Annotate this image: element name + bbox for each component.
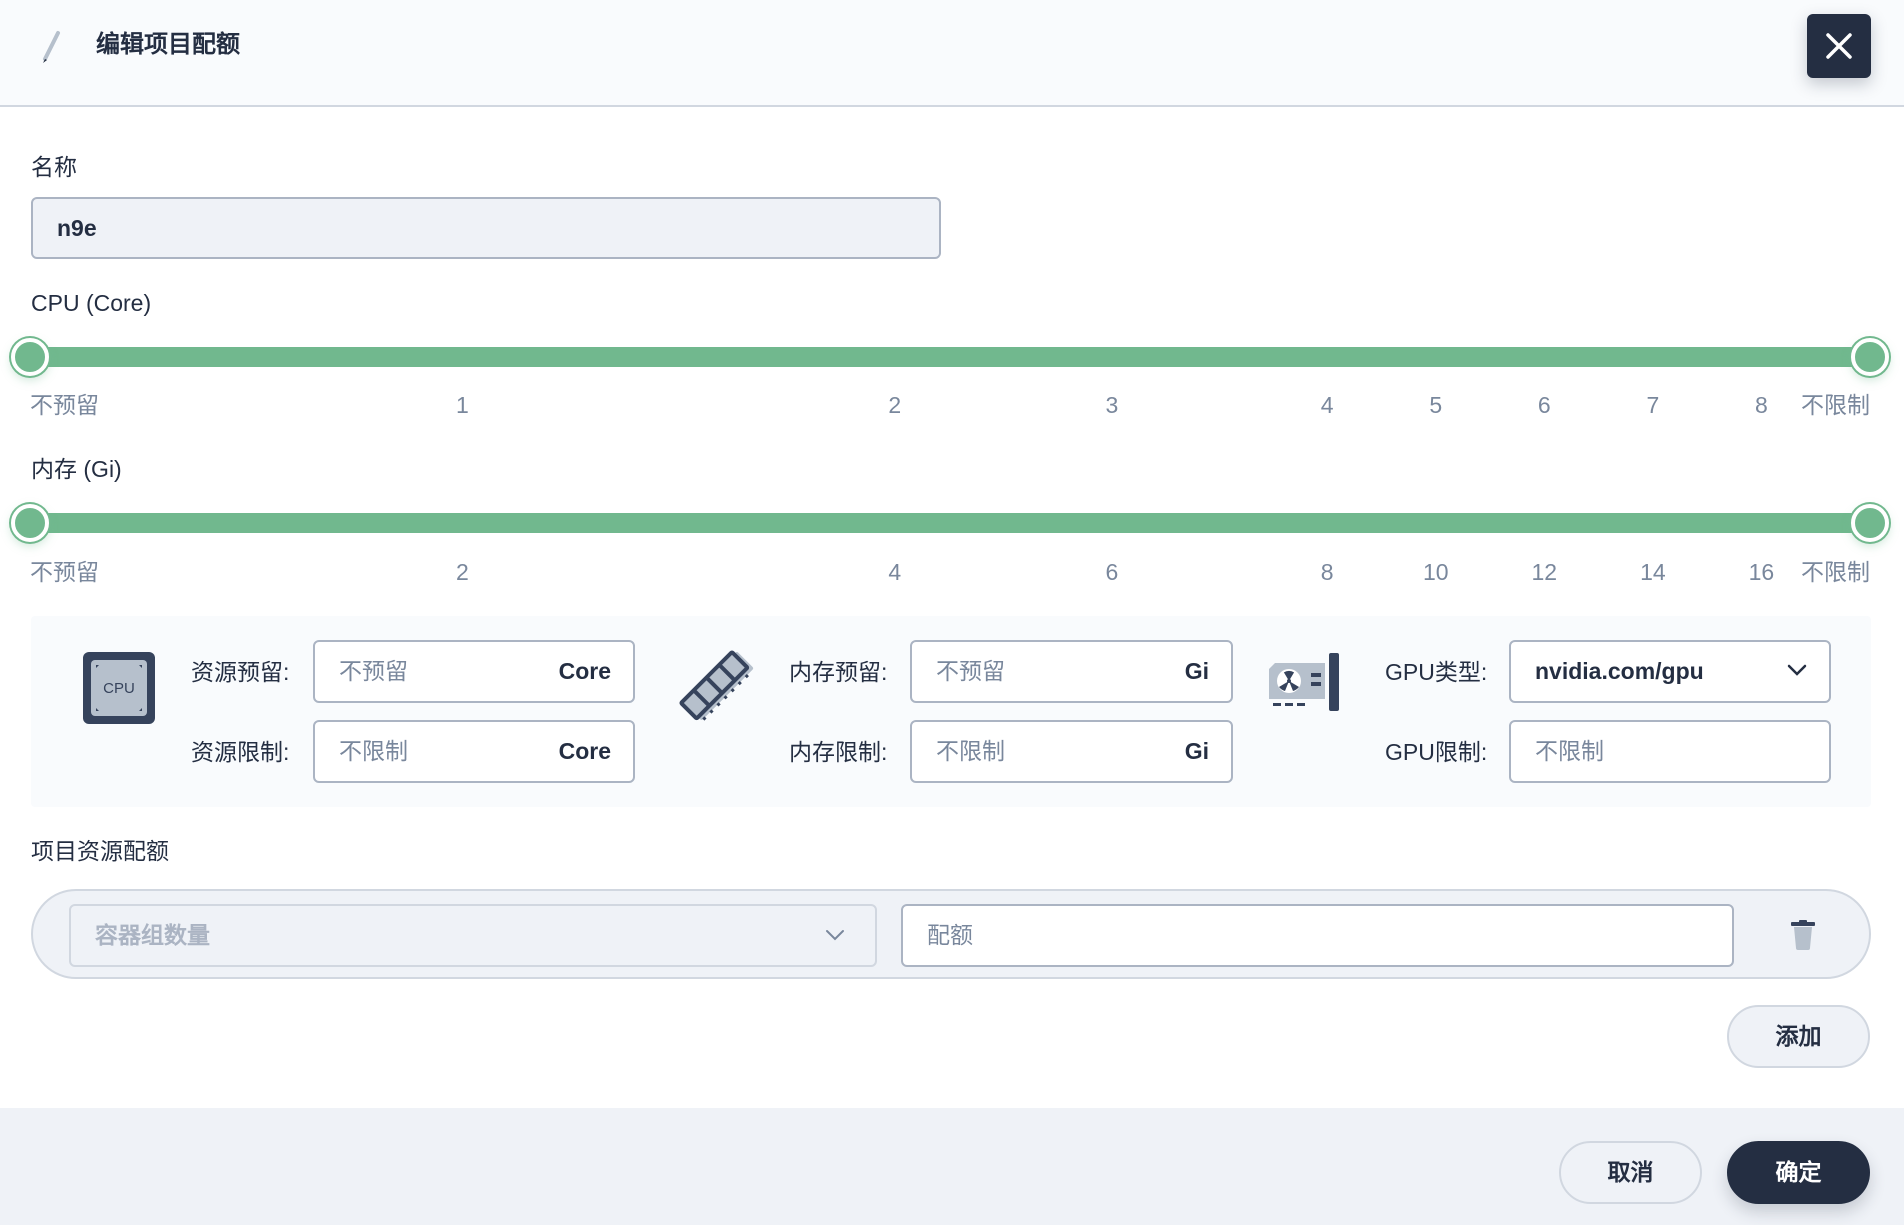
cpu-slider-mark[interactable]: 1 xyxy=(456,390,469,420)
memory-request-label: 内存预留: xyxy=(789,659,888,685)
cpu-request-label: 资源预留: xyxy=(191,659,290,685)
chevron-down-icon xyxy=(826,930,844,941)
close-icon xyxy=(1826,33,1852,59)
cpu-slider-mark[interactable]: 7 xyxy=(1646,390,1659,420)
gpu-type-value: nvidia.com/gpu xyxy=(1535,658,1704,684)
gpu-type-label: GPU类型: xyxy=(1385,659,1488,685)
gpu-limit-input[interactable]: 不限制 xyxy=(1509,720,1831,783)
chevron-down-icon xyxy=(1787,664,1807,676)
memory-slider-mark[interactable]: 2 xyxy=(456,557,469,587)
cancel-button[interactable]: 取消 xyxy=(1559,1141,1702,1204)
add-quota-button[interactable]: 添加 xyxy=(1727,1005,1870,1068)
memory-request-input[interactable]: 不预留 Gi xyxy=(910,640,1233,703)
memory-limit-input[interactable]: 不限制 Gi xyxy=(910,720,1233,783)
memory-slider-low-handle[interactable] xyxy=(11,504,49,542)
gpu-limit-placeholder: 不限制 xyxy=(1535,738,1604,764)
quota-resource-placeholder: 容器组数量 xyxy=(95,922,210,948)
gpu-icon xyxy=(1269,653,1339,711)
quota-section-label: 项目资源配额 xyxy=(31,838,169,864)
cpu-slider-mark[interactable]: 8 xyxy=(1755,390,1768,420)
memory-request-unit: Gi xyxy=(1184,658,1209,684)
cpu-limit-label: 资源限制: xyxy=(191,739,290,765)
cpu-slider-mark[interactable]: 不限制 xyxy=(1801,390,1870,420)
cpu-limit-input[interactable]: 不限制 Core xyxy=(313,720,635,783)
memory-slider-mark[interactable]: 12 xyxy=(1532,557,1558,587)
quota-row: 容器组数量 配额 xyxy=(31,889,1871,979)
memory-limit-label: 内存限制: xyxy=(789,739,888,765)
quota-value-placeholder: 配额 xyxy=(927,922,973,948)
memory-slider-high-handle[interactable] xyxy=(1851,504,1889,542)
cpu-request-input[interactable]: 不预留 Core xyxy=(313,640,635,703)
resource-limits-panel: CPU 资源预留: 不预留 Core 资源限制: 不限制 Core 内存预留: … xyxy=(31,616,1871,807)
memory-icon xyxy=(679,650,754,721)
cpu-slider-low-handle[interactable] xyxy=(11,338,49,376)
quota-resource-select[interactable]: 容器组数量 xyxy=(69,904,877,967)
cpu-slider-mark[interactable]: 不预留 xyxy=(30,390,99,420)
cpu-request-placeholder: 不预留 xyxy=(339,658,408,684)
quota-value-input[interactable]: 配额 xyxy=(901,904,1734,967)
modal-header: 编辑项目配额 xyxy=(0,0,1904,107)
memory-slider-mark[interactable]: 8 xyxy=(1321,557,1334,587)
modal-title: 编辑项目配额 xyxy=(96,31,240,58)
cpu-slider-marks: 不预留 1 2 3 4 5 6 7 8 不限制 xyxy=(30,390,1870,420)
memory-slider-mark[interactable]: 16 xyxy=(1749,557,1775,587)
memory-slider-mark[interactable]: 10 xyxy=(1423,557,1449,587)
memory-limit-placeholder: 不限制 xyxy=(936,738,1005,764)
memory-slider-marks: 不预留 2 4 6 8 10 12 14 16 不限制 xyxy=(30,557,1870,587)
cpu-slider-high-handle[interactable] xyxy=(1851,338,1889,376)
cpu-slider-mark[interactable]: 4 xyxy=(1321,390,1334,420)
memory-limit-unit: Gi xyxy=(1184,738,1209,764)
cpu-slider-track[interactable] xyxy=(30,347,1870,367)
memory-slider-mark[interactable]: 不限制 xyxy=(1801,557,1870,587)
close-button[interactable] xyxy=(1807,14,1871,78)
cpu-slider-mark[interactable]: 6 xyxy=(1538,390,1551,420)
memory-slider-track[interactable] xyxy=(30,513,1870,533)
cpu-icon: CPU xyxy=(83,652,155,724)
pencil-icon xyxy=(43,31,60,63)
trash-icon[interactable] xyxy=(1789,920,1817,950)
cpu-icon-text: CPU xyxy=(103,680,135,697)
cpu-slider-mark[interactable]: 5 xyxy=(1429,390,1442,420)
cpu-slider-label: CPU (Core) xyxy=(31,290,152,316)
gpu-limit-label: GPU限制: xyxy=(1385,739,1488,765)
confirm-button[interactable]: 确定 xyxy=(1727,1141,1870,1204)
modal-footer: 取消 确定 xyxy=(0,1108,1904,1225)
memory-request-placeholder: 不预留 xyxy=(936,658,1005,684)
cpu-range-slider[interactable] xyxy=(11,338,1889,376)
gpu-type-select[interactable]: nvidia.com/gpu xyxy=(1509,640,1831,703)
cpu-limit-placeholder: 不限制 xyxy=(339,738,408,764)
cpu-slider-mark[interactable]: 2 xyxy=(888,390,901,420)
memory-slider-mark[interactable]: 6 xyxy=(1106,557,1119,587)
memory-range-slider[interactable] xyxy=(11,504,1889,542)
cpu-slider-mark[interactable]: 3 xyxy=(1106,390,1119,420)
memory-slider-mark[interactable]: 不预留 xyxy=(30,557,99,587)
name-label: 名称 xyxy=(31,154,77,180)
memory-slider-label: 内存 (Gi) xyxy=(31,456,122,482)
cpu-limit-unit: Core xyxy=(558,738,611,764)
cpu-request-unit: Core xyxy=(558,658,611,684)
memory-slider-mark[interactable]: 4 xyxy=(888,557,901,587)
memory-slider-mark[interactable]: 14 xyxy=(1640,557,1666,587)
name-input[interactable]: n9e xyxy=(31,197,941,259)
